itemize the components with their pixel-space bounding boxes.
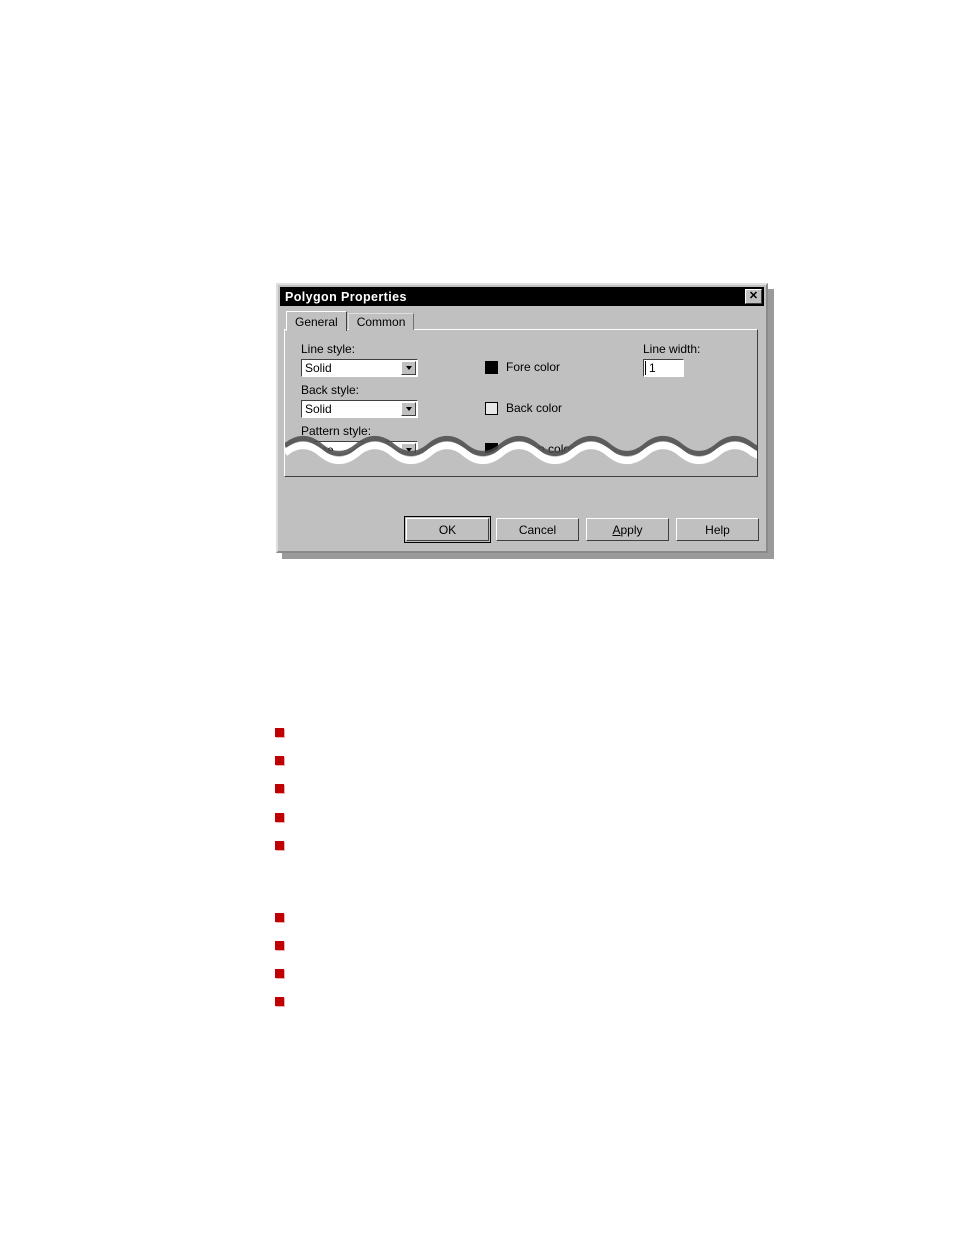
pattern-style-value: None <box>305 443 334 457</box>
fore-color-row[interactable]: Fore color <box>485 360 560 374</box>
fore-color-label: Fore color <box>506 360 561 374</box>
dialog-titlebar[interactable]: Polygon Properties ✕ <box>280 287 764 306</box>
apply-button-mnemonic: A <box>612 522 621 537</box>
list-bullet-icon <box>275 841 284 850</box>
pattern-color-label: Pattern color <box>506 442 575 456</box>
pattern-style-label: Pattern style: <box>301 424 372 438</box>
chevron-down-icon[interactable] <box>401 402 416 416</box>
line-width-value: 1 <box>645 361 656 375</box>
list-bullet-icon <box>275 784 284 793</box>
dialog-title: Polygon Properties <box>285 289 407 304</box>
list-bullet-icon <box>275 941 284 950</box>
list-bullet-icon <box>275 997 284 1006</box>
cancel-button[interactable]: Cancel <box>496 518 579 541</box>
tabstrip: General Common <box>286 311 415 331</box>
help-button-label: Help <box>705 522 730 537</box>
line-style-label: Line style: <box>301 342 356 356</box>
pattern-style-combobox[interactable]: None <box>301 441 418 459</box>
pattern-color-row[interactable]: Pattern color <box>485 442 574 456</box>
polygon-properties-dialog: Polygon Properties ✕ General Common Line… <box>276 283 768 553</box>
tab-page-general: Line style: Solid Back style: Solid Patt… <box>284 329 758 477</box>
list-bullet-icon <box>275 728 284 737</box>
apply-button-label: pply <box>620 522 643 537</box>
back-color-row[interactable]: Back color <box>485 401 562 415</box>
line-style-value: Solid <box>305 361 332 375</box>
tab-common[interactable]: Common <box>347 313 415 330</box>
back-color-swatch-icon[interactable] <box>485 401 498 415</box>
tab-general[interactable]: General <box>286 311 347 331</box>
back-style-combobox[interactable]: Solid <box>301 400 418 418</box>
fore-color-swatch-icon[interactable] <box>485 360 498 374</box>
line-style-combobox[interactable]: Solid <box>301 359 418 377</box>
back-style-label: Back style: <box>301 383 360 397</box>
cancel-button-label: Cancel <box>518 522 557 537</box>
help-button[interactable]: Help <box>676 518 759 541</box>
list-bullet-icon <box>275 756 284 765</box>
chevron-down-icon[interactable] <box>401 361 416 375</box>
apply-button[interactable]: Apply <box>586 518 669 541</box>
list-bullet-icon <box>275 969 284 978</box>
chevron-down-icon[interactable] <box>401 443 416 457</box>
pattern-color-swatch-icon[interactable] <box>485 442 498 456</box>
back-style-value: Solid <box>305 402 332 416</box>
line-width-input[interactable]: 1 <box>643 359 684 377</box>
close-icon[interactable]: ✕ <box>745 289 762 304</box>
list-bullet-icon <box>275 813 284 822</box>
line-width-label: Line width: <box>643 342 701 356</box>
list-bullet-icon <box>275 913 284 922</box>
ok-button-label: OK <box>438 522 457 537</box>
dialog-button-bar: OK Cancel Apply Help <box>280 507 764 549</box>
back-color-label: Back color <box>506 401 563 415</box>
ok-button[interactable]: OK <box>404 516 491 543</box>
